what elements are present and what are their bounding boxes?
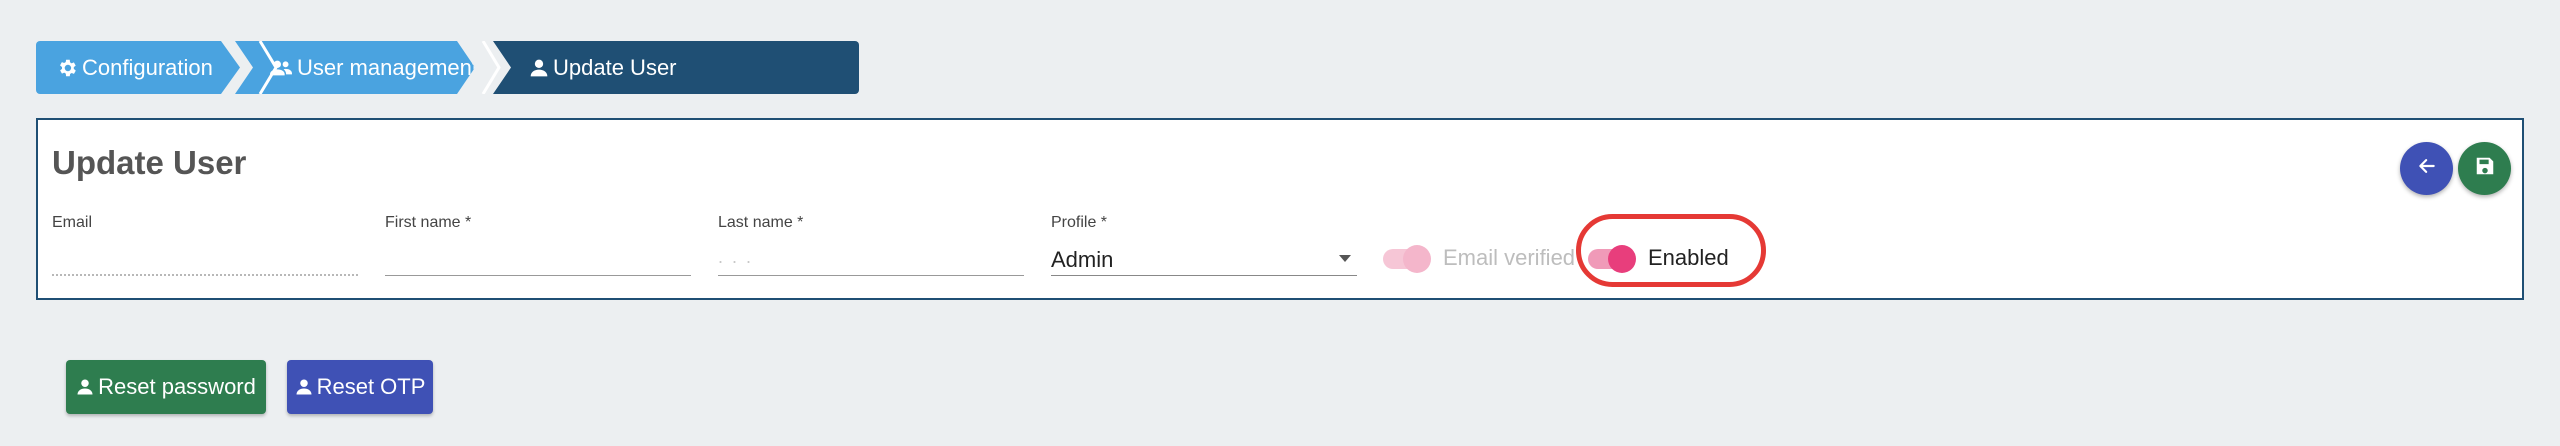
enabled-label[interactable]: Enabled xyxy=(1648,245,1729,271)
last-name-input[interactable] xyxy=(718,240,1024,276)
last-name-label: Last name * xyxy=(718,214,804,231)
user-icon xyxy=(529,58,549,78)
update-user-card: Update User Email First name * Last name… xyxy=(36,118,2524,300)
users-icon xyxy=(269,57,293,79)
enabled-toggle[interactable] xyxy=(1588,245,1636,273)
caret-down-icon xyxy=(1339,255,1351,262)
breadcrumb-label: Configuration xyxy=(82,54,213,80)
floppy-disk-icon xyxy=(2474,155,2496,182)
first-name-input[interactable] xyxy=(385,240,691,276)
profile-select-value: Admin xyxy=(1051,247,1114,272)
reset-password-label: Reset password xyxy=(98,374,256,399)
gear-icon xyxy=(56,57,78,79)
first-name-label: First name * xyxy=(385,214,472,231)
breadcrumb-label: User management xyxy=(297,54,478,80)
toggle-thumb xyxy=(1403,245,1431,273)
enabled-toggle-group: Enabled xyxy=(1588,241,1729,275)
email-verified-toggle xyxy=(1383,245,1431,273)
user-icon xyxy=(76,378,94,396)
email-field: Email xyxy=(52,214,358,276)
save-button[interactable] xyxy=(2458,142,2511,195)
reset-otp-button[interactable]: Reset OTP xyxy=(287,360,433,414)
arrow-left-icon xyxy=(2417,156,2437,181)
reset-otp-label: Reset OTP xyxy=(316,374,426,399)
breadcrumb-item-user-management[interactable]: User management xyxy=(235,41,478,94)
email-input xyxy=(52,240,358,276)
email-label: Email xyxy=(52,214,93,231)
profile-field: Profile * Admin xyxy=(1051,214,1357,276)
reset-password-button[interactable]: Reset password xyxy=(66,360,266,414)
email-verified-toggle-group: Email verified xyxy=(1383,241,1575,275)
user-icon xyxy=(295,378,313,396)
profile-label: Profile * xyxy=(1051,214,1108,231)
last-name-field: Last name * xyxy=(718,214,1024,276)
page-title: Update User xyxy=(52,144,247,181)
back-button[interactable] xyxy=(2400,142,2453,195)
email-verified-label: Email verified xyxy=(1443,245,1576,270)
first-name-field: First name * xyxy=(385,214,691,276)
toggle-thumb xyxy=(1608,245,1636,273)
breadcrumb-item-update-user: Update User xyxy=(493,41,859,94)
breadcrumb-item-configuration[interactable]: Configuration xyxy=(36,41,240,94)
breadcrumb-label: Update User xyxy=(553,54,677,80)
breadcrumb: Configuration User management Update Use… xyxy=(36,41,859,94)
profile-select[interactable]: Admin xyxy=(1051,240,1357,276)
